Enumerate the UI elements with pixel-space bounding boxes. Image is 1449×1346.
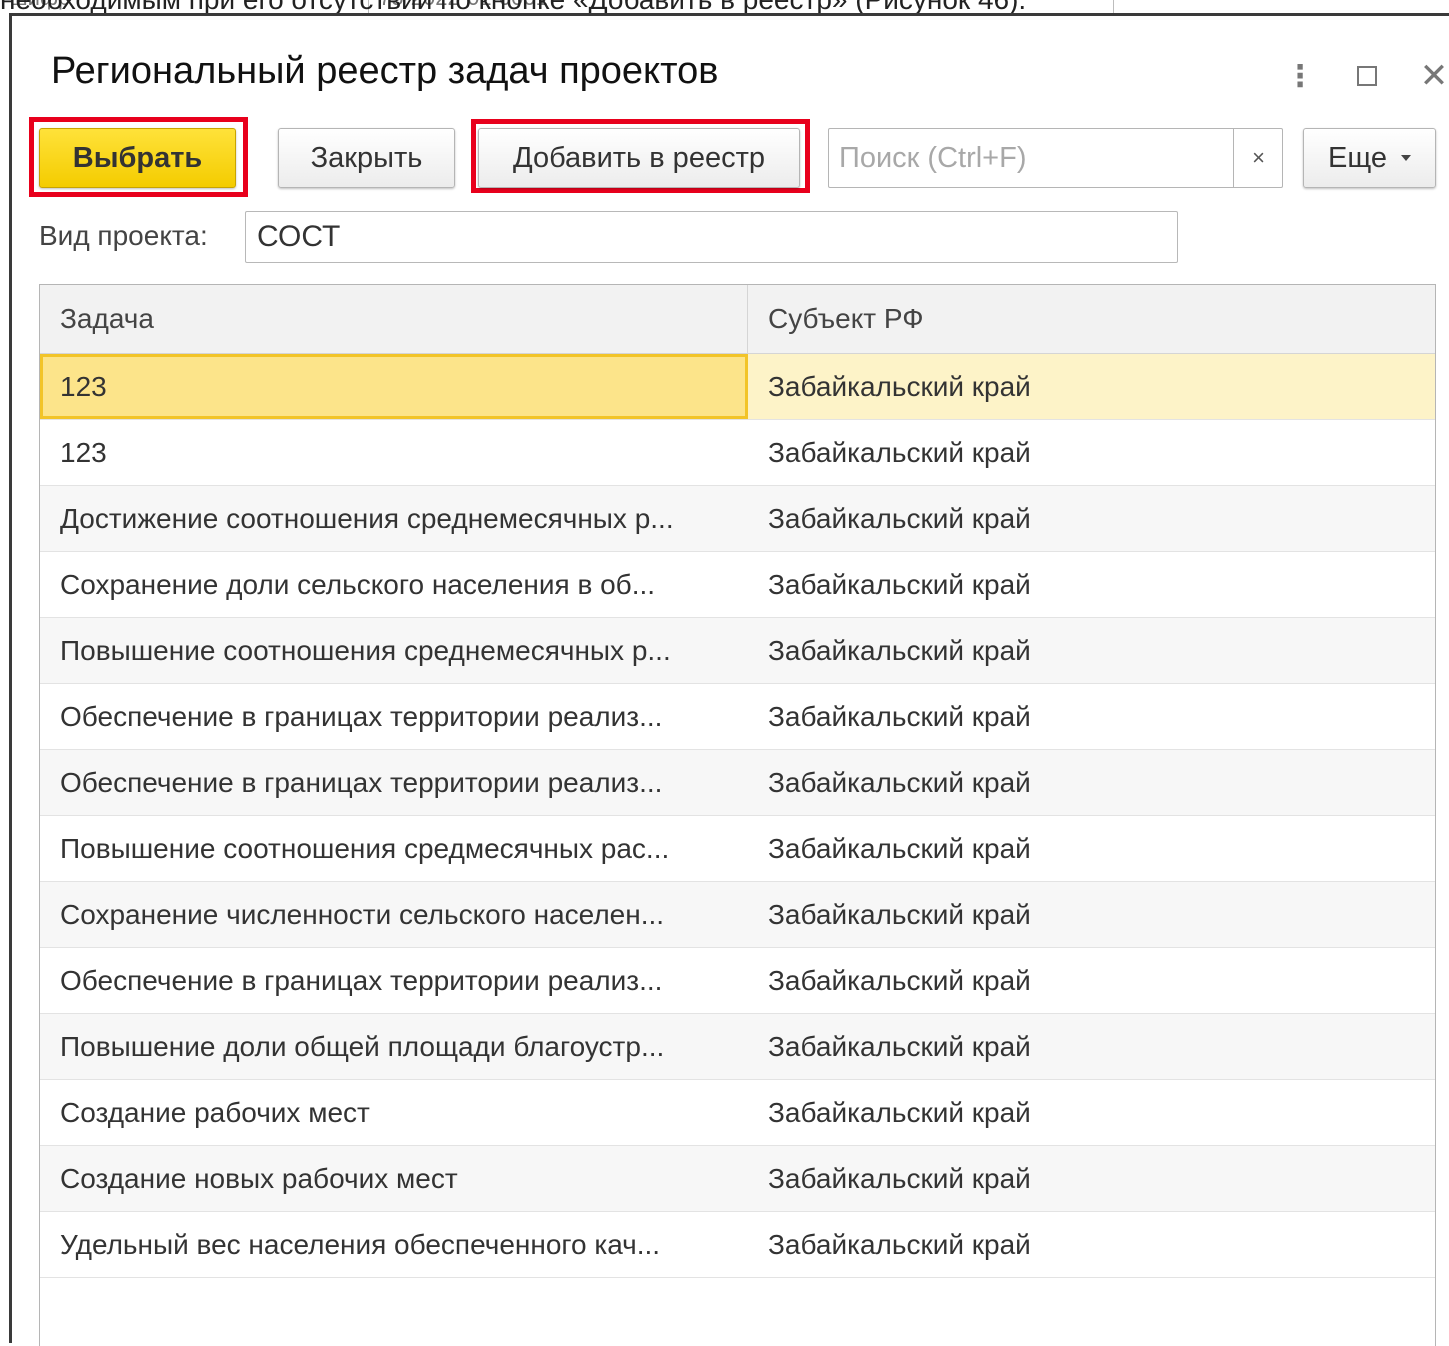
- region-cell[interactable]: Забайкальский край: [748, 420, 1435, 485]
- table-row[interactable]: Обеспечение в границах территории реализ…: [40, 684, 1435, 750]
- table-row[interactable]: 123 Забайкальский край: [40, 354, 1435, 420]
- task-cell[interactable]: Удельный вес населения обеспеченного кач…: [40, 1212, 748, 1277]
- task-cell[interactable]: 123: [40, 420, 748, 485]
- task-cell[interactable]: Сохранение численности сельского населен…: [40, 882, 748, 947]
- search-input[interactable]: [829, 129, 1233, 187]
- chevron-down-icon: [1401, 155, 1411, 161]
- region-cell[interactable]: Забайкальский край: [748, 618, 1435, 683]
- window-title: Региональный реестр задач проектов: [51, 50, 719, 92]
- table-row[interactable]: Сохранение доли сельского населения в об…: [40, 552, 1435, 618]
- project-kind-field[interactable]: СОСТ: [245, 211, 1178, 263]
- task-cell[interactable]: Обеспечение в границах территории реализ…: [40, 684, 748, 749]
- region-cell[interactable]: Забайкальский край: [748, 486, 1435, 551]
- close-window-icon[interactable]: ✕: [1414, 56, 1449, 96]
- task-cell[interactable]: Повышение соотношения среднемесячных р..…: [40, 618, 748, 683]
- table-body: 123 Забайкальский край 123 Забайкальский кр…: [40, 354, 1435, 1278]
- region-cell[interactable]: Забайкальский край: [748, 948, 1435, 1013]
- more-menu-label: Еще: [1327, 141, 1387, 174]
- table-row[interactable]: Обеспечение в границах территории реализ…: [40, 948, 1435, 1014]
- more-menu-button[interactable]: Еще: [1303, 128, 1436, 188]
- task-cell[interactable]: Повышение доли общей площади благоустр..…: [40, 1014, 748, 1079]
- region-cell[interactable]: Забайкальский край: [748, 1014, 1435, 1079]
- select-button[interactable]: Выбрать: [39, 128, 236, 188]
- region-cell[interactable]: Забайкальский край: [748, 1146, 1435, 1211]
- table-row[interactable]: Сохранение численности сельского населен…: [40, 882, 1435, 948]
- task-cell[interactable]: Создание рабочих мест: [40, 1080, 748, 1145]
- task-cell[interactable]: Достижение соотношения среднемесячных р.…: [40, 486, 748, 551]
- region-cell[interactable]: Забайкальский край: [748, 750, 1435, 815]
- table-row[interactable]: 123 Забайкальский край: [40, 420, 1435, 486]
- column-header-task[interactable]: Задача: [40, 285, 748, 353]
- table-row[interactable]: Достижение соотношения среднемесячных р.…: [40, 486, 1435, 552]
- task-cell[interactable]: Сохранение доли сельского населения в об…: [40, 552, 748, 617]
- close-button[interactable]: Закрыть: [278, 128, 455, 188]
- dialog-window: Региональный реестр задач проектов ⋮ ✕ В…: [9, 13, 1449, 1346]
- task-cell[interactable]: Повышение соотношения средмесячных рас..…: [40, 816, 748, 881]
- add-to-registry-button[interactable]: Добавить в реестр: [478, 128, 800, 188]
- more-actions-icon[interactable]: ⋮: [1280, 56, 1320, 96]
- table-row[interactable]: Создание новых рабочих мест Забайкальский…: [40, 1146, 1435, 1212]
- region-cell[interactable]: Забайкальский край: [748, 684, 1435, 749]
- region-cell[interactable]: Забайкальский край: [748, 354, 1435, 419]
- background-document-text: необходимым при его отсутствии по кнопке…: [0, 0, 1026, 14]
- task-cell[interactable]: Обеспечение в границах территории реализ…: [40, 750, 748, 815]
- region-cell[interactable]: Забайкальский край: [748, 882, 1435, 947]
- table-row[interactable]: Создание рабочих мест Забайкальский край: [40, 1080, 1435, 1146]
- tasks-table: Задача Субъект РФ 123 Забайкальский край 1…: [39, 284, 1436, 1346]
- table-header: Задача Субъект РФ: [40, 285, 1435, 354]
- table-row[interactable]: Повышение доли общей площади благоустр..…: [40, 1014, 1435, 1080]
- region-cell[interactable]: Забайкальский край: [748, 552, 1435, 617]
- maximize-square-icon: [1357, 66, 1377, 86]
- clear-search-icon[interactable]: ×: [1233, 129, 1283, 187]
- task-cell[interactable]: Создание новых рабочих мест: [40, 1146, 748, 1211]
- task-cell[interactable]: 123: [40, 354, 748, 419]
- column-header-region[interactable]: Субъект РФ: [748, 285, 1435, 353]
- search-box: ×: [828, 128, 1283, 188]
- project-kind-label: Вид проекта:: [39, 220, 208, 251]
- table-row[interactable]: Повышение соотношения среднемесячных р..…: [40, 618, 1435, 684]
- region-cell[interactable]: Забайкальский край: [748, 1080, 1435, 1145]
- maximize-icon[interactable]: [1347, 56, 1387, 96]
- background-document: шифр 75-2022-01-0001 необходимым при его…: [0, 0, 1449, 14]
- task-cell[interactable]: Обеспечение в границах территории реализ…: [40, 948, 748, 1013]
- region-cell[interactable]: Забайкальский край: [748, 1212, 1435, 1277]
- table-row[interactable]: Обеспечение в границах территории реализ…: [40, 750, 1435, 816]
- table-row[interactable]: Удельный вес населения обеспеченного кач…: [40, 1212, 1435, 1278]
- table-row[interactable]: Повышение соотношения средмесячных рас..…: [40, 816, 1435, 882]
- region-cell[interactable]: Забайкальский край: [748, 816, 1435, 881]
